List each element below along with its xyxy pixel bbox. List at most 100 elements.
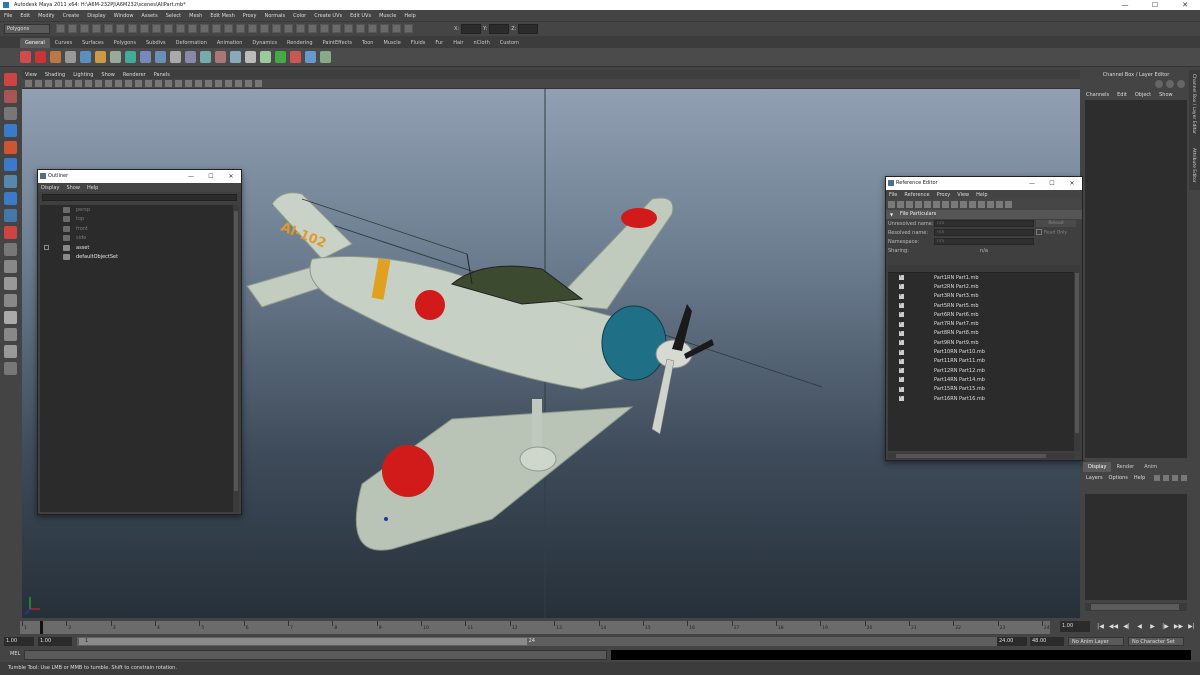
new-layer-icon[interactable] <box>1154 474 1161 481</box>
reference-tool-icon[interactable] <box>942 201 949 208</box>
playback-start-field[interactable]: 1.00 <box>38 637 72 646</box>
shelf-tool-icon[interactable] <box>215 51 226 63</box>
shelf-tab-surfaces[interactable]: Surfaces <box>77 38 109 48</box>
current-frame-field[interactable]: 1.00 <box>1060 621 1090 632</box>
menu-normals[interactable]: Normals <box>264 13 285 19</box>
viewport-menu-renderer[interactable]: Renderer <box>123 72 146 78</box>
toolbox-tool-icon[interactable] <box>3 209 17 222</box>
reference-file-row[interactable]: Part16RN Part16.mb <box>888 394 1074 403</box>
shelf-tool-icon[interactable] <box>260 51 271 63</box>
load-checkbox[interactable] <box>899 282 904 290</box>
layer-menu-layers[interactable]: Layers <box>1086 475 1103 481</box>
menu-edit[interactable]: Edit <box>20 13 30 19</box>
shelf-tab-ncloth[interactable]: nCloth <box>469 38 495 48</box>
channel-box-area[interactable] <box>1085 100 1187 458</box>
toolbox-tool-icon[interactable] <box>3 277 17 290</box>
menu-mesh[interactable]: Mesh <box>189 13 202 19</box>
status-line-tool-icon[interactable] <box>236 24 245 33</box>
viewport-toolbar-icon[interactable] <box>125 80 132 87</box>
status-line-tool-icon[interactable] <box>368 24 377 33</box>
channel-box-toggle-icon[interactable] <box>1155 80 1163 88</box>
toolbox-tool-icon[interactable] <box>3 141 17 154</box>
shelf-tab-toon[interactable]: Toon <box>357 38 379 48</box>
scrollbar-thumb[interactable] <box>896 454 1046 458</box>
shelf-tab-fur[interactable]: Fur <box>430 38 448 48</box>
new-selected-layer-icon[interactable] <box>1163 474 1170 481</box>
viewport-menu-show[interactable]: Show <box>101 72 115 78</box>
shelf-tab-dynamics[interactable]: Dynamics <box>247 38 282 48</box>
outliner-title-bar[interactable]: Outliner — ☐ ✕ <box>38 170 241 183</box>
shelf-tab-deformation[interactable]: Deformation <box>171 38 212 48</box>
status-line-tool-icon[interactable] <box>284 24 293 33</box>
load-checkbox[interactable] <box>899 338 904 346</box>
viewport-toolbar-icon[interactable] <box>175 80 182 87</box>
playback-button-5[interactable]: |▶ <box>1159 623 1172 630</box>
reference-tool-icon[interactable] <box>924 201 931 208</box>
reference-list-scrollbar[interactable] <box>1074 265 1080 451</box>
viewport-menu-lighting[interactable]: Lighting <box>73 72 93 78</box>
toolbox-tool-icon[interactable] <box>3 107 17 120</box>
shelf-tab-curves[interactable]: Curves <box>50 38 77 48</box>
toolbox-tool-icon[interactable] <box>3 192 17 205</box>
outliner-item-side[interactable]: side <box>40 234 233 244</box>
viewport-toolbar-icon[interactable] <box>95 80 102 87</box>
status-line-tool-icon[interactable] <box>380 24 389 33</box>
toolbox-tool-icon[interactable] <box>3 124 17 137</box>
status-line-tool-icon[interactable] <box>104 24 113 33</box>
status-line-tool-icon[interactable] <box>392 24 401 33</box>
layer-menu-help[interactable]: Help <box>1134 475 1145 481</box>
side-tab-attribute-editor[interactable]: Attribute Editor <box>1191 148 1196 183</box>
shelf-tool-icon[interactable] <box>95 51 106 63</box>
viewport-toolbar-icon[interactable] <box>25 80 32 87</box>
outliner-menu-show[interactable]: Show <box>66 185 80 191</box>
load-checkbox[interactable] <box>899 357 904 364</box>
status-line-tool-icon[interactable] <box>248 24 257 33</box>
side-tab-channel-box[interactable]: Channel Box / Layer Editor <box>1191 74 1196 134</box>
close-icon[interactable]: ✕ <box>1062 177 1082 190</box>
load-checkbox[interactable] <box>899 301 904 309</box>
reference-editor-title-bar[interactable]: Reference Editor — ☐ ✕ <box>886 177 1082 190</box>
toolbox-tool-icon[interactable] <box>3 345 17 358</box>
toolbox-tool-icon[interactable] <box>3 158 17 171</box>
shelf-tool-icon[interactable] <box>170 51 181 63</box>
shelf-tool-icon[interactable] <box>305 51 316 63</box>
playback-button-0[interactable]: |◀ <box>1094 623 1107 630</box>
load-checkbox[interactable] <box>899 329 904 336</box>
reference-tool-icon[interactable] <box>906 201 913 208</box>
reference-file-row[interactable]: Part5RN Part5.mb <box>888 301 1074 310</box>
outliner-item-top[interactable]: top <box>40 215 233 225</box>
viewport-toolbar-icon[interactable] <box>105 80 112 87</box>
shelf-tool-icon[interactable] <box>320 51 331 63</box>
range-slider-bar[interactable]: 1 24 <box>77 637 997 646</box>
minimize-icon[interactable]: — <box>1110 0 1140 10</box>
reference-file-row[interactable]: Part15RN Part15.mb <box>888 385 1074 394</box>
reference-file-row[interactable]: Part2RN Part2.mb <box>888 282 1074 291</box>
scrollbar-thumb[interactable] <box>1075 273 1079 433</box>
channel-box-menu-channels[interactable]: Channels <box>1086 92 1109 98</box>
viewport-toolbar-icon[interactable] <box>235 80 242 87</box>
channel-box-menu-show[interactable]: Show <box>1159 92 1173 98</box>
file-particulars-header[interactable]: File Particulars <box>886 210 1082 219</box>
expand-icon[interactable] <box>44 245 49 251</box>
reference-tool-icon[interactable] <box>960 201 967 208</box>
menu-select[interactable]: Select <box>166 13 181 19</box>
reference-menu-view[interactable]: View <box>957 192 969 198</box>
viewport-toolbar-icon[interactable] <box>155 80 162 87</box>
toolbox-tool-icon[interactable] <box>3 73 17 86</box>
shelf-tool-icon[interactable] <box>230 51 241 63</box>
layer-tab-render[interactable]: Render <box>1111 462 1139 472</box>
reference-tool-icon[interactable] <box>978 201 985 208</box>
load-checkbox[interactable] <box>899 385 904 392</box>
reference-tool-icon[interactable] <box>951 201 958 208</box>
reference-file-row[interactable]: Part9RN Part9.mb <box>888 338 1074 347</box>
menu-muscle[interactable]: Muscle <box>379 13 396 19</box>
toolbox-tool-icon[interactable] <box>3 175 17 188</box>
toolbox-tool-icon[interactable] <box>3 90 17 103</box>
reference-tool-icon[interactable] <box>933 201 940 208</box>
outliner-window[interactable]: Outliner — ☐ ✕ Display Show Help persp top f… <box>37 169 242 515</box>
status-line-tool-icon[interactable] <box>152 24 161 33</box>
reference-editor-window[interactable]: Reference Editor — ☐ ✕ File Reference Prox… <box>885 176 1083 461</box>
viewport-toolbar-icon[interactable] <box>85 80 92 87</box>
playback-button-6[interactable]: ▶▶ <box>1172 623 1185 630</box>
shelf-tab-subdivs[interactable]: Subdivs <box>141 38 171 48</box>
